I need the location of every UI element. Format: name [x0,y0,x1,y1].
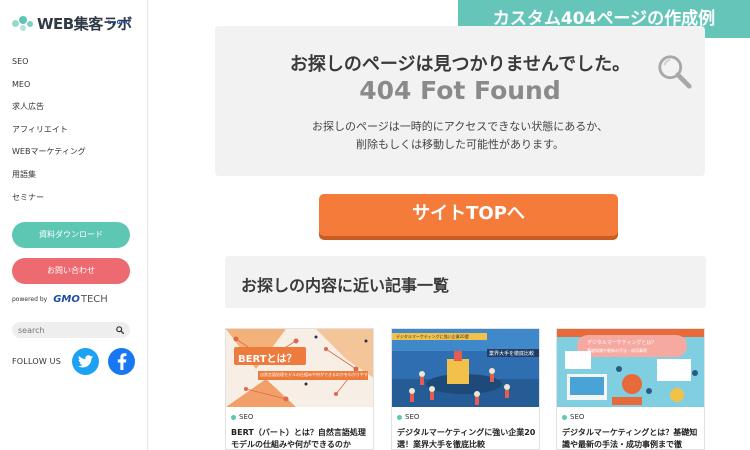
twitter-button[interactable] [72,348,100,375]
category-dot-icon [397,414,402,420]
article-category: SEO [562,413,584,421]
category-dot-icon [231,414,236,420]
sidebar-item-glossary[interactable]: 用語集 [12,169,86,192]
facebook-icon [117,353,126,370]
facebook-button[interactable] [108,348,136,375]
category-label: SEO [570,413,585,421]
thumbnail-subtitle: 自然言語処理モデルの仕組みや何ができるのかをわかりやすく解説 [260,372,368,377]
article-card[interactable]: デジタルマーケティングに強い企業20選 業界大手を徹底比較 SEO デジタルマー… [391,328,540,450]
powered-label: powered by [12,296,48,303]
not-found-title: お探しのページは見つかりませんでした。 [289,54,631,75]
powered-by[interactable]: powered by GMO TECH [12,294,108,305]
thumbnail-heading: デジタルマーケティングとは？ [587,340,657,346]
twitter-icon [78,355,94,368]
not-found-code: 404 Fot Found [359,76,561,105]
site-top-button[interactable]: サイトTOPへ [319,194,618,236]
magnifier-icon [658,55,692,89]
article-title: デジタルマーケティングとは？基礎知識や最新の手法・成功事例まで徹 [562,428,698,449]
category-label: SEO [405,413,420,421]
article-category: SEO [397,413,419,421]
not-found-desc-line-2: 削除もしくは移動した可能性があります。 [356,138,564,151]
contact-button[interactable]: お問い合わせ [12,258,130,284]
not-found-box: お探しのページは見つかりませんでした。 404 Fot Found お探しのペー… [215,26,705,176]
follow-label: FOLLOW US [12,357,62,366]
thumbnail-subtitle: デジタルマーケティングに強い企業20選 [396,334,469,339]
sidebar-item-seo[interactable]: SEO [12,56,86,79]
not-found-description: お探しのページは一時的にアクセスできない状態にあるか、 削除もしくは移動した可能… [215,118,705,154]
gmo-logo-text: GMO [53,294,80,305]
thumbnail-heading: 業界大手を徹底比較 [489,351,535,357]
article-category: SEO [231,413,253,421]
related-articles-title: お探しの内容に近い記事一覧 [241,276,450,295]
article-thumbnail: BERTとは？ 自然言語処理モデルの仕組みや何ができるのかをわかりやすく解説 [226,329,373,407]
article-title: BERT（バート）とは？自然言語処理モデルの仕組みや何ができるのか [231,428,366,449]
not-found-desc-line-1: お探しのページは一時的にアクセスできない状態にあるか、 [311,120,608,133]
search-input[interactable] [18,324,110,336]
logo-dots-icon [12,14,36,34]
category-dot-icon [562,414,567,420]
article-card[interactable]: デジタルマーケティングとは？ 基礎知識や最新の手法・成功事例 SEO デジタルマ… [556,328,705,450]
related-articles-header: お探しの内容に近い記事一覧 [225,256,706,308]
article-thumbnail: デジタルマーケティングに強い企業20選 業界大手を徹底比較 [392,329,539,407]
sidebar-item-job-ads[interactable]: 求人広告 [12,101,86,124]
gmo-tech-text: TECH [80,294,108,305]
article-thumbnail: デジタルマーケティングとは？ 基礎知識や最新の手法・成功事例 [557,329,704,407]
sidebar-item-affiliate[interactable]: アフィリエイト [12,124,86,147]
search-box [12,322,130,338]
article-card[interactable]: BERTとは？ 自然言語処理モデルの仕組みや何ができるのかをわかりやすく解説 S… [225,328,374,450]
article-title: デジタルマーケティングに強い企業20選！業界大手を徹底比較 [397,428,536,449]
sidebar-item-meo[interactable]: MEO [12,79,86,102]
follow-us: FOLLOW US [12,348,144,375]
thumbnail-heading: BERTとは？ [238,354,297,365]
sidebar-item-web-marketing[interactable]: WEBマーケティング [12,146,86,169]
sidebar-item-seminar[interactable]: セミナー [12,192,86,215]
thumbnail-subtitle: 基礎知識や最新の手法・成功事例 [587,348,647,353]
search-icon[interactable] [116,326,124,334]
logo-sub: by GMO [108,20,130,26]
sidebar-nav: SEO MEO 求人広告 アフィリエイト WEBマーケティング 用語集 セミナー [12,56,86,214]
category-label: SEO [239,413,254,421]
sidebar: WEB集客ラボ by GMO SEO MEO 求人広告 アフィリエイト WEBマ… [0,0,148,450]
download-button[interactable]: 資料ダウンロード [12,222,130,248]
